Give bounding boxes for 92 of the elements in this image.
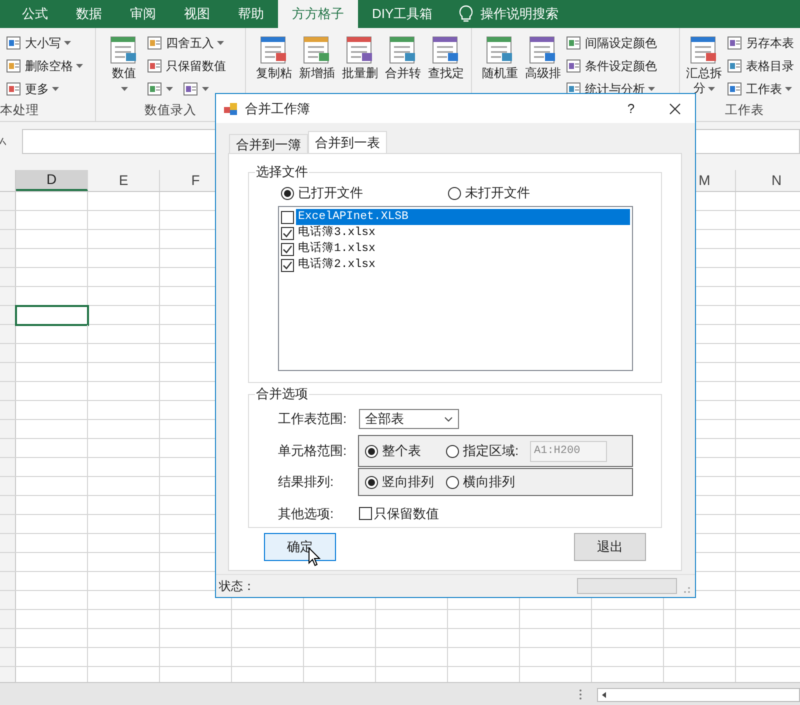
ribbon-button[interactable]: 大小写 [6, 34, 71, 52]
radio-label[interactable]: 未打开文件 [465, 183, 530, 203]
ribbon-button[interactable]: 只保留数值 [147, 57, 226, 75]
radio-button[interactable] [446, 444, 459, 458]
ribbon-tab[interactable]: 数据 [62, 0, 116, 28]
radio-label[interactable]: 已打开文件 [298, 183, 363, 203]
horizontal-scrollbar[interactable] [597, 688, 800, 702]
group-title: 选择文件 [255, 164, 309, 180]
field-label: 工作表范围: [278, 410, 348, 428]
row-header[interactable] [0, 306, 16, 324]
checkbox[interactable] [281, 226, 294, 240]
chevron-icon [444, 416, 453, 422]
dialog-tab[interactable]: 合并到一簿 [229, 134, 308, 153]
lightbulb-icon [458, 5, 473, 23]
group-title: 合并选项 [255, 386, 309, 402]
radio-button[interactable] [446, 476, 459, 488]
checkbox[interactable] [359, 507, 372, 520]
ribbon-large-button[interactable]: 查找定 [426, 28, 466, 81]
file-list-item[interactable]: 电话簿3.xlsx [296, 225, 376, 241]
ribbon-large-button[interactable]: 数值 [104, 28, 144, 91]
radio-button[interactable] [365, 476, 378, 488]
column-header[interactable]: E [88, 170, 160, 191]
radio-button[interactable] [281, 186, 294, 200]
ribbon-tab[interactable]: 方方格子 [278, 0, 358, 28]
resize-grip-icon [681, 584, 691, 594]
ribbon-button[interactable] [183, 81, 209, 97]
ribbon-button[interactable]: 另存本表 [727, 34, 794, 52]
file-list-item[interactable]: 电话簿1.xlsx [296, 241, 376, 257]
dialog-title: 合并工作簿 [245, 100, 310, 118]
ribbon-button[interactable]: 条件设定颜色 [566, 57, 657, 75]
column-header[interactable]: N [736, 170, 800, 191]
field-label: 结果排列: [278, 473, 335, 492]
tool-icon [183, 81, 199, 97]
field-label: 其他选项: [278, 505, 335, 523]
ribbon-button[interactable]: 删除空格 [6, 57, 83, 75]
radio-label[interactable]: 指定区域: [463, 441, 519, 461]
file-list-item[interactable]: 电话簿2.xlsx [296, 257, 376, 273]
tool-icon [147, 58, 163, 74]
tool-icon [6, 58, 22, 74]
sheet-range-select[interactable]: 全部表 [359, 409, 459, 429]
ribbon-tab[interactable]: 视图 [170, 0, 224, 28]
ribbon-tab[interactable]: 公式 [8, 0, 62, 28]
checkbox-label[interactable]: 只保留数值 [374, 504, 439, 524]
file-list-item[interactable]: ExcelAPInet.XLSB [296, 209, 630, 225]
ribbon-button[interactable]: 表格目录 [727, 57, 794, 75]
tool-icon [6, 35, 22, 51]
tool-icon [6, 81, 22, 97]
ribbon-button[interactable]: 工作表 [727, 80, 792, 98]
ribbon-large-button[interactable]: 批量删 [340, 28, 380, 81]
status-label: 状态： [219, 578, 255, 595]
radio-label[interactable]: 竖向排列 [382, 472, 434, 492]
ribbon-large-button[interactable]: 新增插 [297, 28, 337, 81]
ribbon-large-button[interactable]: 合并转 [383, 28, 423, 81]
group-label: 数值录入 [144, 102, 196, 119]
splitter-icon [579, 689, 582, 700]
help-button[interactable]: ? [621, 98, 641, 118]
ribbon-tab[interactable]: 帮助 [224, 0, 278, 28]
radio-label[interactable]: 横向排列 [463, 472, 515, 492]
ribbon-large-button[interactable]: 随机重 [480, 28, 520, 81]
ribbon-tab[interactable]: 审阅 [116, 0, 170, 28]
app-icon [224, 102, 238, 116]
checkbox[interactable] [281, 242, 294, 256]
tool-icon [147, 81, 163, 97]
ribbon-button[interactable]: 四舍五入 [147, 34, 224, 52]
ribbon-large-button[interactable]: 高级排 [523, 28, 563, 81]
field-label: 单元格范围: [278, 442, 348, 460]
group-label: 工作表 [725, 102, 764, 119]
radio-button[interactable] [365, 444, 378, 458]
active-cell[interactable] [15, 305, 89, 326]
ribbon-button[interactable] [147, 81, 173, 97]
tell-me-search[interactable]: 操作说明搜索 [480, 4, 559, 24]
radio-button[interactable] [448, 186, 461, 200]
dialog-button[interactable]: 退出 [574, 533, 646, 561]
checkbox[interactable] [281, 258, 294, 272]
tool-icon [566, 58, 582, 74]
tool-icon [727, 81, 743, 97]
ribbon-button[interactable]: 间隔设定颜色 [566, 34, 657, 52]
ribbon-button[interactable]: 更多 [6, 80, 59, 98]
ribbon-tab[interactable]: DIY工具箱 [358, 0, 447, 28]
checkbox[interactable] [281, 210, 294, 224]
tool-icon [147, 35, 163, 51]
column-header[interactable]: D [16, 170, 88, 191]
close-icon[interactable] [669, 102, 681, 114]
tool-icon [566, 35, 582, 51]
file-list[interactable]: ExcelAPInet.XLSB 电话簿3.xlsx 电话簿1.xlsx 电话簿2.xlsx [278, 206, 633, 371]
ribbon-large-button[interactable]: 汇总拆 分 [684, 28, 724, 96]
tool-icon [727, 35, 743, 51]
dialog-tab[interactable]: 合并到一表 [308, 131, 387, 153]
radio-label[interactable]: 整个表 [382, 441, 421, 461]
tool-icon [727, 58, 743, 74]
group-label: 本处理 [0, 102, 39, 119]
ribbon-large-button[interactable]: 复制粘 [254, 28, 294, 81]
